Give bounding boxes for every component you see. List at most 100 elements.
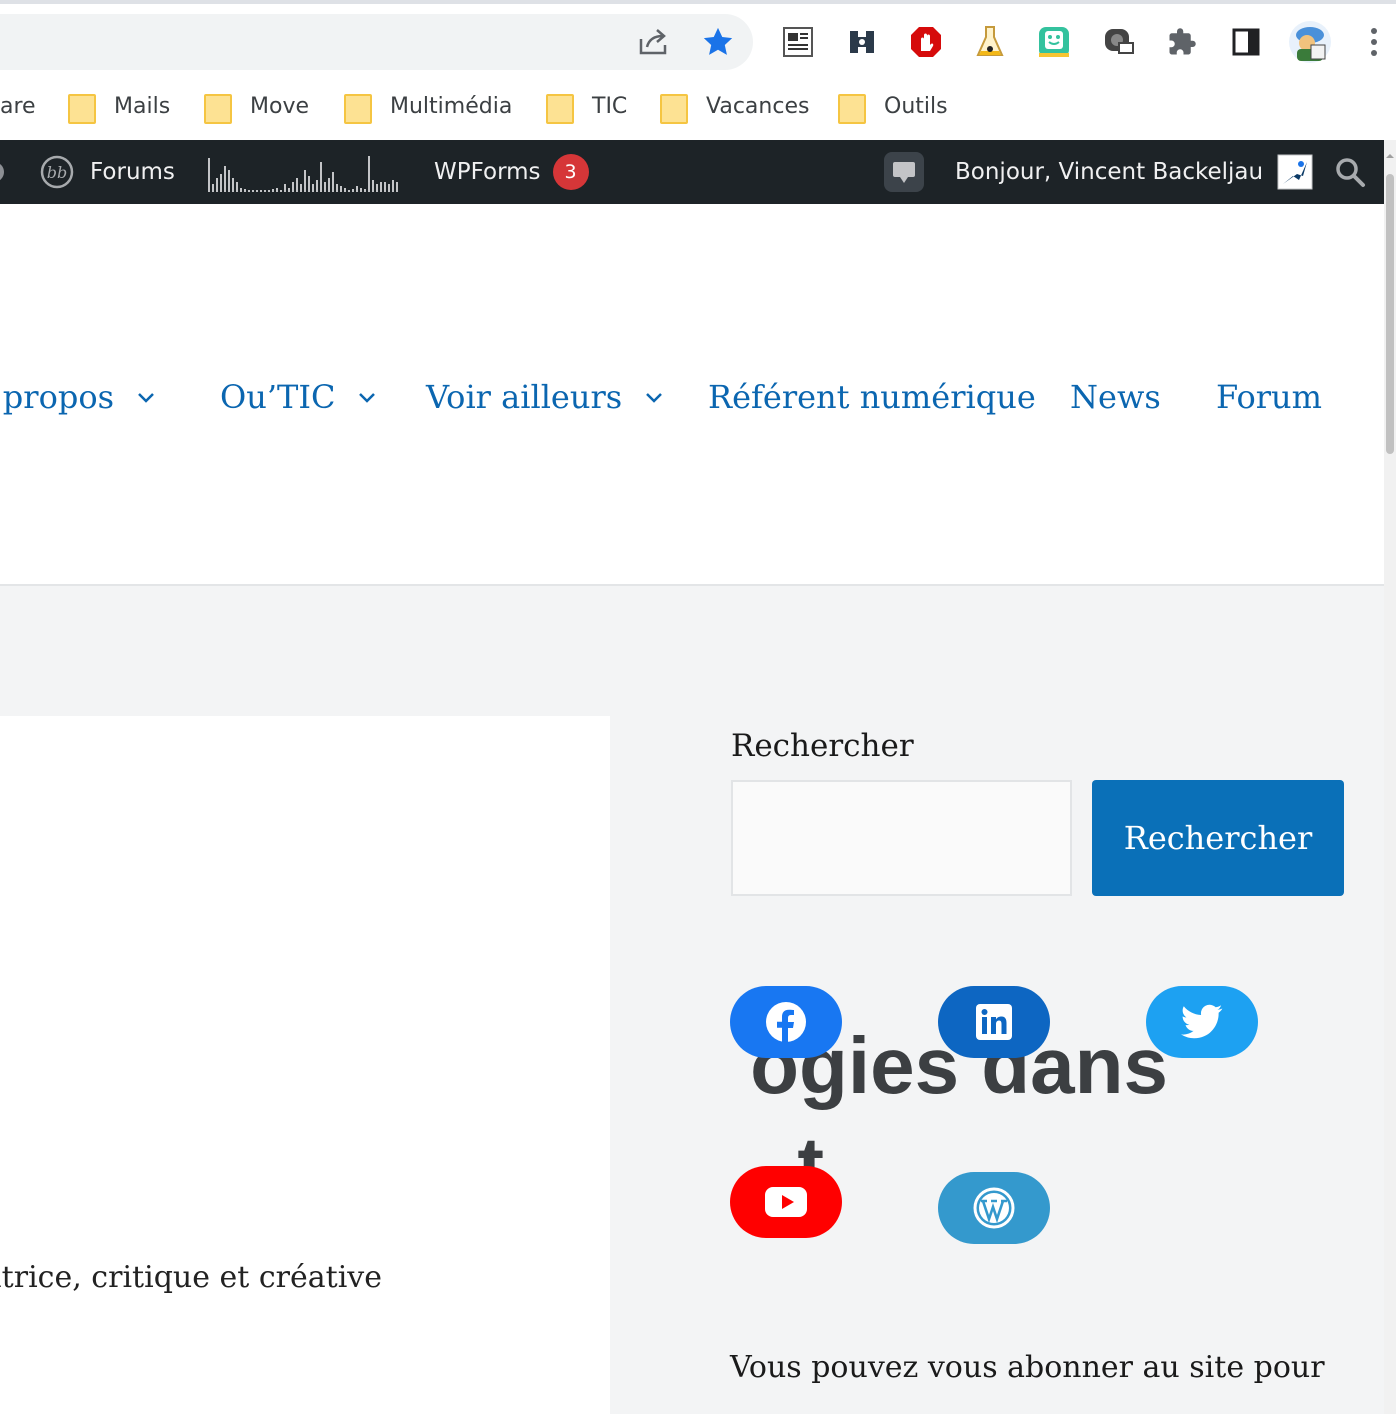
sparkline-bar [296,178,298,192]
sparkline-bar [388,184,390,192]
folder-icon [546,92,574,124]
nav-item-referent-numerique[interactable]: Référent numérique [708,372,1036,422]
youtube-link[interactable] [730,1166,842,1238]
sparkline-bar [304,170,306,192]
folder-icon [838,92,866,124]
reader-extension-icon[interactable] [774,18,822,66]
sparkline-bar [384,182,386,192]
linkedin-icon [976,1004,1012,1040]
smiley-extension-icon[interactable] [1030,18,1078,66]
sparkline-bar [316,180,318,192]
profile-avatar-icon[interactable] [1286,18,1334,66]
wp-admin-bar: bb Forums WPForms 3 Bonjour, Vincent Bac… [0,140,1384,204]
browser-toolbar: are Mails Move Multimédia TIC Vacances O… [0,0,1396,140]
admin-bar-account[interactable]: Bonjour, Vincent Backeljau [955,140,1313,204]
bookmark-folder-vacances[interactable]: Vacances [660,84,809,128]
wordpress-link[interactable] [938,1172,1050,1244]
sparkline-bar [320,162,322,192]
nav-item-label: À propos [0,378,114,416]
sparkline-bar [324,182,326,192]
folder-icon [344,92,372,124]
sparkline-bar [288,188,290,192]
sparkline-bar [392,180,394,192]
folder-icon [660,92,688,124]
scroll-up-arrow-icon[interactable] [1384,150,1396,162]
sparkline-bar [352,189,354,192]
admin-bar-search[interactable] [1334,140,1366,204]
sparkline-bar [356,186,358,192]
sparkline-bar [364,189,366,192]
sparkline-bar [284,184,286,192]
bookmark-folder-move[interactable]: Move [204,84,309,128]
address-bar[interactable] [0,14,753,70]
nav-item-forum[interactable]: Forum [1216,372,1322,422]
sparkline-bar [328,178,330,192]
sparkline-bar [220,174,222,192]
screen-capture-extension-icon[interactable] [1094,18,1142,66]
admin-bar-partial-icon[interactable] [0,140,8,204]
bookmark-folder-tic[interactable]: TIC [546,84,627,128]
entry-subtitle: atrice, critique et créative [0,1260,382,1295]
stats-sparkline-icon[interactable] [208,140,402,204]
bookmark-item[interactable]: are [0,84,36,128]
sparkline-bar [256,190,258,192]
nav-item-news[interactable]: News [1070,372,1161,422]
sparkline-bar [348,190,350,192]
bookmarks-bar: are Mails Move Multimédia TIC Vacances O… [0,84,1396,128]
sparkline-bar [380,182,382,192]
sparkline-bar [340,186,342,192]
search-button[interactable]: Rechercher [1092,780,1344,896]
nav-item-a-propos[interactable]: À propos [0,372,156,422]
admin-bar-greeting: Bonjour, Vincent Backeljau [955,159,1264,185]
bookmark-folder-multimedia[interactable]: Multimédia [344,84,512,128]
linkedin-link[interactable] [938,986,1050,1058]
sparkline-bar [244,189,246,192]
bookmark-star-icon[interactable] [690,14,746,70]
admin-bar-wpforms-label: WPForms [434,159,541,185]
bookmark-label: Outils [884,93,948,119]
bookmark-folder-outils[interactable]: Outils [838,84,948,128]
page-scrollbar[interactable] [1384,140,1396,1414]
sparkline-bar [264,190,266,192]
youtube-icon [765,1187,807,1217]
twitter-link[interactable] [1146,986,1258,1058]
sparkline-bar [224,166,226,192]
sparkline-bar [332,172,334,192]
scrollbar-thumb[interactable] [1386,174,1394,454]
facebook-link[interactable] [730,986,842,1058]
admin-bar-wpforms[interactable]: WPForms 3 [434,140,589,204]
admin-bar-forums[interactable]: bb Forums [40,140,175,204]
admin-bar-forums-label: Forums [90,159,175,185]
adblock-icon[interactable] [902,18,950,66]
sparkline-bar [228,170,230,192]
nav-item-voir-ailleurs[interactable]: Voir ailleurs [426,372,664,422]
nav-item-label: Voir ailleurs [426,378,623,416]
wordpress-icon [973,1187,1015,1229]
chevron-down-icon [359,393,376,403]
bookmark-folder-mails[interactable]: Mails [68,84,170,128]
search-icon [1336,158,1365,187]
sparkline-bar [292,182,294,192]
puzzle-icon[interactable] [1158,18,1206,66]
twitter-icon [1181,1004,1223,1039]
sparkline-bar [312,184,314,192]
sparkline-bar [212,184,214,192]
admin-bar-comments[interactable] [884,140,924,204]
flask-extension-icon[interactable] [966,18,1014,66]
bookmark-label: TIC [592,93,628,119]
sparkline-bar [272,189,274,192]
comment-icon [884,152,924,192]
sparkline-bar [360,188,362,192]
search-input[interactable] [731,780,1072,896]
nav-item-outic[interactable]: Ou’TIC [220,372,377,422]
sparkline-bar [300,184,302,192]
sparkline-bar [344,188,346,192]
kebab-menu-icon[interactable] [1350,18,1396,66]
svg-text:bb: bb [47,163,67,182]
nav-item-label: Référent numérique [708,378,1036,416]
search-widget-label: Rechercher [731,728,914,764]
translate-extension-icon[interactable] [838,18,886,66]
share-icon[interactable] [626,14,682,70]
sparkline-bar [276,188,278,192]
side-panel-icon[interactable] [1222,18,1270,66]
